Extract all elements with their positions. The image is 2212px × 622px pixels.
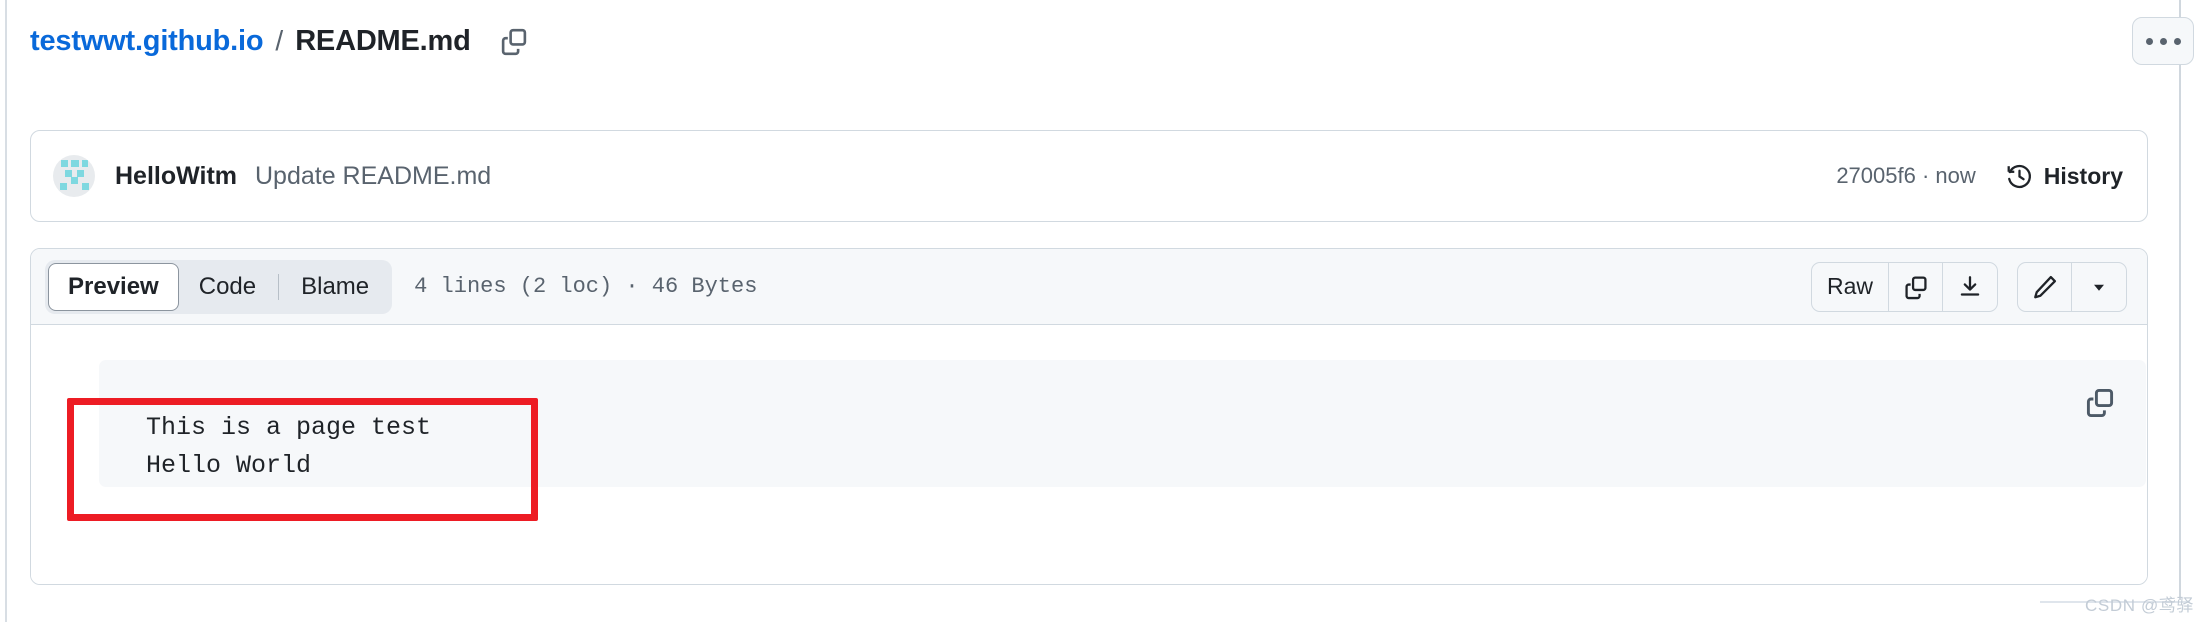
file-toolbar: Preview Code Blame 4 lines (2 loc) · 46 … (31, 249, 2147, 325)
download-raw-file-icon[interactable] (1943, 263, 1997, 311)
kebab-dot-3 (2173, 37, 2181, 45)
file-actions: Raw (1810, 261, 2127, 312)
edit-dropdown-caret-icon[interactable] (2072, 263, 2126, 311)
code-block-text: This is a page test Hello World (146, 413, 432, 480)
more-options-button[interactable] (2132, 17, 2194, 65)
breadcrumb: testwwt.github.io / README.md (30, 18, 531, 64)
kebab-dot-1 (2145, 37, 2153, 45)
commit-sha-and-time[interactable]: 27005f6 · now (1836, 163, 1975, 189)
history-link[interactable]: History (2006, 163, 2123, 190)
file-preview-body: This is a page test Hello World (31, 325, 2147, 584)
history-label: History (2043, 162, 2123, 189)
commit-author[interactable]: HelloWitm (115, 162, 237, 191)
latest-commit-panel: HelloWitm Update README.md 27005f6 · now… (30, 130, 2148, 222)
edit-file-pencil-icon[interactable] (2018, 262, 2072, 311)
copy-code-block-icon[interactable] (2082, 384, 2118, 420)
page-right-scrollbar-rule[interactable] (2179, 0, 2181, 600)
kebab-dot-2 (2159, 37, 2167, 45)
view-mode-tabs: Preview Code Blame (45, 259, 393, 314)
avatar[interactable] (53, 155, 95, 197)
raw-copy-download-group: Raw (1810, 261, 1998, 312)
commit-meta: 27005f6 · now History (1836, 163, 2123, 190)
commit-message[interactable]: Update README.md (255, 162, 491, 191)
code-block: This is a page test Hello World (99, 360, 2146, 487)
page-left-rule (5, 0, 7, 622)
watermark-text: CSDN @鸢驿 (2085, 596, 2194, 615)
breadcrumb-separator: / (275, 25, 284, 56)
tab-code[interactable]: Code (179, 263, 276, 311)
copy-raw-contents-icon[interactable] (1889, 262, 1943, 311)
tab-divider (278, 273, 280, 300)
breadcrumb-file-name: README.md (295, 24, 471, 57)
file-stats: 4 lines (2 loc) · 46 Bytes (414, 274, 758, 299)
tab-blame[interactable]: Blame (281, 263, 389, 311)
file-panel: Preview Code Blame 4 lines (2 loc) · 46 … (30, 248, 2148, 585)
edit-group (2017, 261, 2127, 312)
history-clock-icon (2006, 163, 2033, 190)
copy-path-icon[interactable] (497, 24, 531, 58)
breadcrumb-repo-link[interactable]: testwwt.github.io (30, 25, 264, 58)
tab-preview[interactable]: Preview (48, 262, 179, 311)
github-file-view: testwwt.github.io / README.md HelloWitm … (0, 0, 2212, 622)
raw-button[interactable]: Raw (1812, 262, 1889, 311)
